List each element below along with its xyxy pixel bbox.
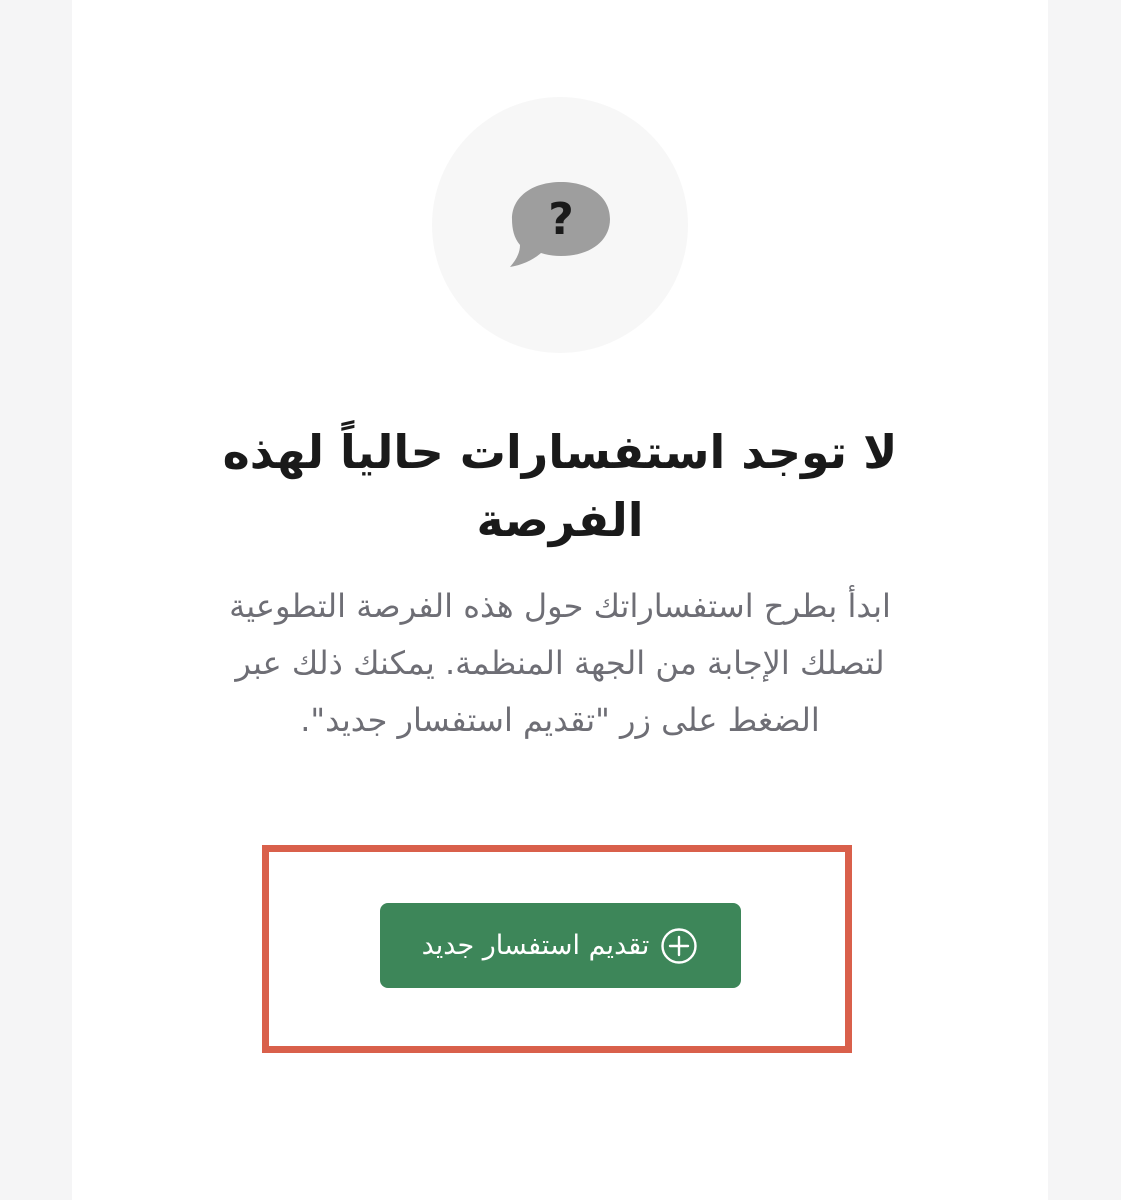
svg-text:?: ? (548, 194, 574, 245)
empty-state-title: لا توجد استفسارات حالياً لهذه الفرصة (222, 425, 898, 547)
question-chat-bubble-icon: ? (510, 182, 610, 267)
plus-circle-icon (659, 926, 699, 966)
empty-state-icon-container: ? (432, 97, 688, 353)
empty-state-description: ابدأ بطرح استفساراتك حول هذه الفرصة التط… (229, 587, 891, 739)
new-inquiry-button[interactable]: تقديم استفسار جديد (380, 903, 741, 988)
new-inquiry-button-label: تقديم استفسار جديد (421, 930, 650, 961)
